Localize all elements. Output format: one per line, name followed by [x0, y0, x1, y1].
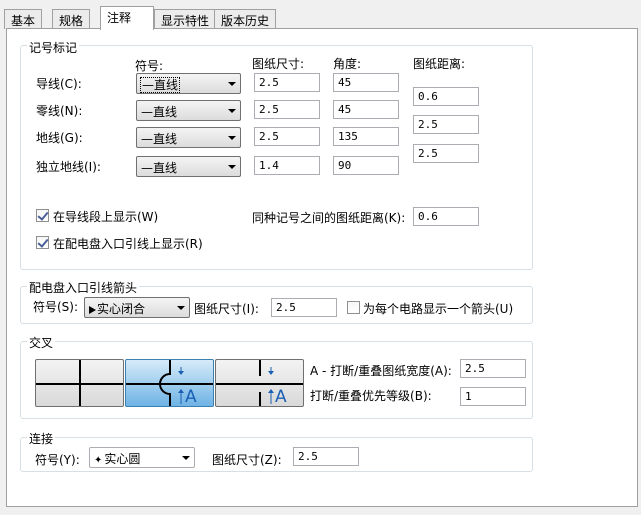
- header-size: 图纸尺寸:: [252, 57, 305, 71]
- row-label-conductor: 导线(C):: [36, 77, 82, 91]
- homerun-group-title: 配电盘入口引线箭头: [27, 279, 140, 296]
- row-label-isolated-ground: 独立地线(I):: [36, 160, 101, 174]
- row-label-ground: 地线(G):: [36, 131, 83, 145]
- cross-style-plain-button[interactable]: [35, 359, 124, 407]
- distance-input-3[interactable]: 2.5: [413, 144, 479, 163]
- tab-panel: 记号标记 符号: 图纸尺寸: 角度: 图纸距离: 导线(C): —直线 2.5 …: [6, 28, 638, 507]
- conductor-size-input[interactable]: 2.5: [254, 73, 320, 92]
- chevron-down-icon: [228, 136, 236, 140]
- homerun-symbol-select[interactable]: 实心闭合: [84, 297, 190, 318]
- cross-width-label: A - 打断/重叠图纸宽度(A):: [310, 364, 452, 378]
- header-symbol: 符号:: [135, 59, 164, 73]
- isolated-ground-size-input[interactable]: 1.4: [254, 156, 320, 175]
- neutral-size-input[interactable]: 2.5: [254, 100, 320, 119]
- chevron-down-icon: [177, 306, 185, 310]
- connect-group-title: 连接: [27, 430, 56, 447]
- solid-arrow-icon: [89, 305, 96, 314]
- header-distance: 图纸距离:: [413, 57, 466, 71]
- each-circuit-label: 为每个电路显示一个箭头(U): [363, 302, 514, 316]
- distance-input-1[interactable]: 0.6: [413, 87, 479, 106]
- show-on-homerun-label: 在配电盘入口引线上显示(R): [53, 237, 203, 251]
- mark-group-title: 记号标记: [27, 39, 80, 56]
- tab-spec[interactable]: 规格: [52, 9, 91, 29]
- tab-basic[interactable]: 基本: [4, 9, 43, 29]
- connect-symbol-label: 符号(Y):: [35, 453, 80, 467]
- chevron-down-icon: [182, 456, 190, 460]
- cross-style-break-button[interactable]: A: [215, 359, 304, 407]
- show-on-homerun-checkbox[interactable]: [36, 236, 49, 249]
- show-on-segment-checkbox[interactable]: [36, 209, 49, 222]
- conductor-symbol-select[interactable]: —直线: [136, 73, 241, 94]
- chevron-down-icon: [228, 82, 236, 86]
- solid-dot-icon: ✦: [94, 455, 103, 466]
- isolated-ground-angle-input[interactable]: 90: [333, 156, 399, 175]
- cross-break-icon: [216, 360, 303, 406]
- ground-symbol-value: —直线: [141, 132, 178, 146]
- cross-priority-label: 打断/重叠优先等级(B):: [310, 389, 432, 403]
- connect-size-label: 图纸尺寸(Z):: [212, 453, 282, 467]
- neutral-symbol-value: —直线: [141, 105, 178, 119]
- same-mark-distance-input[interactable]: 0.6: [413, 207, 479, 226]
- cross-group-title: 交叉: [27, 334, 56, 351]
- homerun-symbol-value: 实心闭合: [97, 302, 146, 316]
- tab-history[interactable]: 版本历史: [214, 9, 277, 29]
- cross-jump-icon: [126, 360, 213, 406]
- neutral-angle-input[interactable]: 45: [333, 100, 399, 119]
- cross-width-input[interactable]: 2.5: [460, 359, 526, 378]
- conductor-angle-input[interactable]: 45: [333, 73, 399, 92]
- homerun-symbol-label: 符号(S):: [33, 300, 79, 314]
- chevron-down-icon: [228, 165, 236, 169]
- ground-angle-input[interactable]: 135: [333, 127, 399, 146]
- homerun-size-input[interactable]: 2.5: [271, 298, 337, 317]
- connect-symbol-select[interactable]: ✦ 实心圆: [89, 447, 195, 468]
- distance-input-2[interactable]: 2.5: [413, 115, 479, 134]
- isolated-ground-symbol-select[interactable]: —直线: [136, 156, 241, 177]
- tab-display[interactable]: 显示特性: [154, 9, 217, 29]
- connect-size-input[interactable]: 2.5: [293, 447, 359, 466]
- chevron-down-icon: [228, 109, 236, 113]
- cross-priority-input[interactable]: 1: [460, 387, 526, 406]
- cross-style-jump-button[interactable]: A: [125, 359, 214, 407]
- each-circuit-checkbox[interactable]: [347, 301, 360, 314]
- row-label-neutral: 零线(N):: [36, 104, 83, 118]
- ground-size-input[interactable]: 2.5: [254, 127, 320, 146]
- cross-plain-icon: [36, 360, 123, 406]
- isolated-ground-symbol-value: —直线: [141, 161, 178, 175]
- cross-jump-letter: A: [185, 387, 197, 407]
- homerun-size-label: 图纸尺寸(I):: [194, 302, 259, 316]
- ground-symbol-select[interactable]: —直线: [136, 127, 241, 148]
- connect-symbol-value: 实心圆: [104, 452, 141, 466]
- cross-break-letter: A: [275, 387, 287, 407]
- same-mark-distance-label: 同种记号之间的图纸距离(K):: [252, 211, 406, 225]
- tab-annotation[interactable]: 注释: [100, 6, 154, 30]
- neutral-symbol-select[interactable]: —直线: [136, 100, 241, 121]
- conductor-symbol-value: —直线: [139, 77, 181, 93]
- show-on-segment-label: 在导线段上显示(W): [53, 210, 159, 224]
- header-angle: 角度:: [333, 57, 362, 71]
